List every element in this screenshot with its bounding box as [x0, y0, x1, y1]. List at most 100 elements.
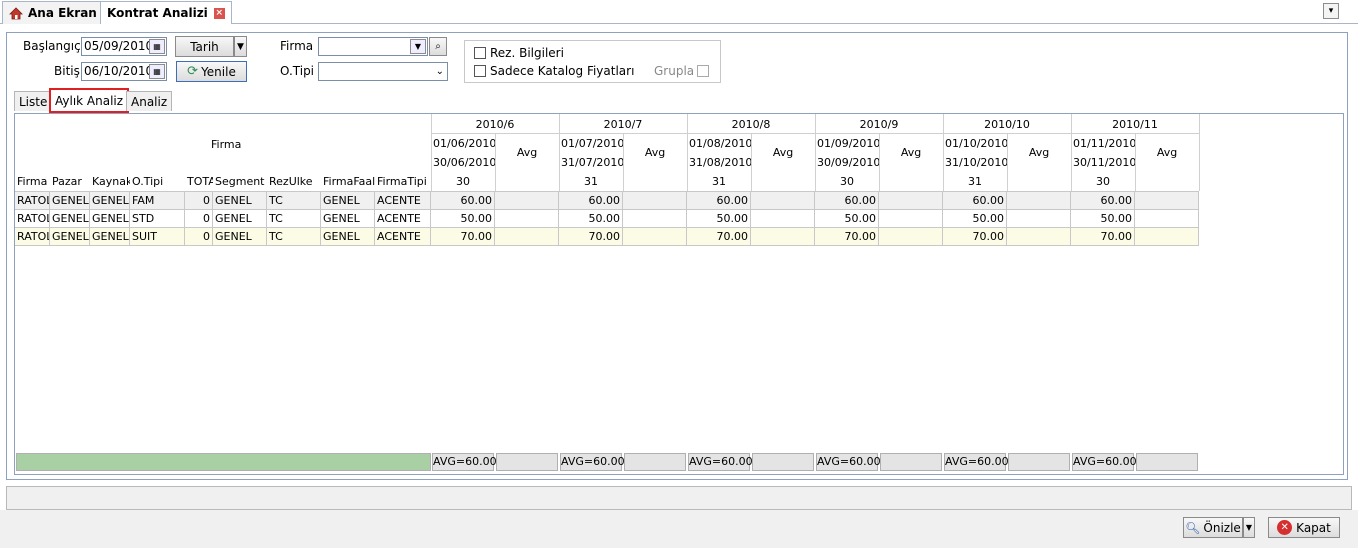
- column-header[interactable]: O.Tipi: [130, 173, 185, 190]
- footer-empty-cell: [752, 453, 814, 471]
- table-cell: SUIT: [130, 228, 185, 245]
- tab-kontrat-analizi[interactable]: Kontrat Analizi ×: [100, 1, 232, 24]
- avg-value-cell: [495, 192, 559, 209]
- avg-value-cell: [751, 228, 815, 245]
- month-header: 2010/9: [859, 118, 899, 131]
- avg-value-cell: [623, 228, 687, 245]
- bottom-bar: [0, 510, 1358, 548]
- column-header[interactable]: Firma: [15, 173, 50, 190]
- month-end: 30/11/2010: [1073, 156, 1135, 169]
- chevron-down-icon: ⌄: [435, 66, 444, 77]
- column-header[interactable]: TOTA: [185, 173, 213, 190]
- otipi-label: O.Tipi: [280, 64, 315, 78]
- otipi-select[interactable]: ⌄: [318, 62, 448, 81]
- chevron-down-icon[interactable]: ▾: [1323, 3, 1339, 19]
- avg-value-cell: [879, 192, 943, 209]
- katalog-checkbox[interactable]: Sadece Katalog Fiyatları: [474, 64, 634, 78]
- table-cell: GENEL: [52, 228, 90, 245]
- tab-analiz[interactable]: Analiz: [126, 91, 173, 111]
- bitis-label: Bitiş: [54, 64, 80, 78]
- month-days: 30: [456, 175, 470, 188]
- calendar-icon[interactable]: ▦: [149, 64, 165, 79]
- footer-avg-cell: AVG=60.00: [688, 453, 753, 471]
- month-header: 2010/11: [1112, 118, 1158, 131]
- tab-label: Ana Ekran: [28, 6, 97, 20]
- month-value-cell: 70.00: [559, 228, 623, 245]
- avg-value-cell: [495, 210, 559, 227]
- avg-value-cell: [879, 210, 943, 227]
- month-value-cell: 50.00: [431, 210, 495, 227]
- table-cell: RATOL: [17, 210, 50, 227]
- table-row[interactable]: RATOL GENEL GENEL SUIT 0 GENEL TC GENEL ACENTE 70…: [15, 227, 1199, 245]
- close-icon: ✕: [1277, 520, 1293, 535]
- tab-label: Analiz: [131, 94, 168, 109]
- month-header: 2010/6: [475, 118, 515, 131]
- footer-summary-cell: [16, 453, 431, 471]
- month-days: 30: [1096, 175, 1110, 188]
- home-icon: [9, 6, 23, 20]
- avg-value-cell: [623, 210, 687, 227]
- window-tab-bar: Ana Ekran Kontrat Analizi × ▾: [0, 0, 1358, 24]
- baslangic-date-input[interactable]: 05/09/2010 ▦: [81, 37, 167, 56]
- month-value-cell: 70.00: [431, 228, 495, 245]
- grupla-checkbox[interactable]: Grupla: [654, 64, 713, 78]
- chevron-down-icon: ▼: [237, 41, 244, 52]
- table-row[interactable]: RATOL GENEL GENEL FAM 0 GENEL TC GENEL ACENTE 60.…: [15, 191, 1199, 209]
- bitis-date-input[interactable]: 06/10/2010 ▦: [81, 62, 167, 81]
- column-header[interactable]: Pazar: [50, 173, 90, 190]
- tab-liste[interactable]: Liste: [14, 91, 53, 111]
- table-cell: GENEL: [213, 192, 267, 209]
- table-cell: ACENTE: [375, 192, 431, 209]
- chevron-down-icon: ▼: [1245, 523, 1253, 532]
- column-header[interactable]: FirmaTipi: [375, 173, 431, 190]
- tarih-dropdown[interactable]: ▼: [234, 36, 247, 57]
- month-value-cell: 70.00: [943, 228, 1007, 245]
- firma-search-button[interactable]: ⌕: [429, 37, 447, 56]
- avg-value-cell: [623, 192, 687, 209]
- month-value-cell: 60.00: [1071, 192, 1135, 209]
- bitis-value: 06/10/2010: [84, 64, 154, 78]
- month-value-cell: 50.00: [1071, 210, 1135, 227]
- footer-empty-cell: [496, 453, 558, 471]
- avg-value-cell: [1007, 192, 1071, 209]
- yenile-label: Yenile: [201, 64, 236, 79]
- table-cell: TC: [267, 192, 321, 209]
- rez-bilgileri-checkbox[interactable]: Rez. Bilgileri: [474, 46, 564, 60]
- avg-value-cell: [1135, 192, 1199, 209]
- table-row[interactable]: RATOL GENEL GENEL STD 0 GENEL TC GENEL ACENTE 50.…: [15, 209, 1199, 227]
- month-value-cell: 70.00: [1071, 228, 1135, 245]
- avg-value-cell: [1007, 228, 1071, 245]
- table-cell: GENEL: [321, 210, 375, 227]
- onizle-button[interactable]: 🔍︎ Önizle: [1183, 517, 1243, 538]
- footer-avg-cell: AVG=60.00: [1072, 453, 1137, 471]
- analysis-grid: Firma Firma Pazar Kaynak O.Tipi TOTA Segment R…: [14, 113, 1344, 475]
- table-cell: GENEL: [213, 228, 267, 245]
- checkbox-box: [474, 47, 486, 59]
- status-bar: [6, 486, 1352, 510]
- close-icon[interactable]: ×: [213, 7, 225, 19]
- onizle-dropdown[interactable]: ▼: [1243, 517, 1255, 538]
- month-value-cell: 60.00: [943, 192, 1007, 209]
- column-header[interactable]: Kaynak: [90, 173, 130, 190]
- firma-combobox[interactable]: ▼: [318, 37, 428, 56]
- calendar-icon[interactable]: ▦: [149, 39, 165, 54]
- month-end: 30/06/2010: [433, 156, 495, 169]
- table-cell: TC: [267, 210, 321, 227]
- baslangic-label: Başlangıç: [23, 39, 81, 53]
- column-header[interactable]: Segment: [213, 173, 267, 190]
- column-header[interactable]: RezUlke: [267, 173, 321, 190]
- baslangic-value: 05/09/2010: [84, 39, 154, 53]
- month-end: 31/10/2010: [945, 156, 1007, 169]
- table-cell: GENEL: [92, 210, 130, 227]
- kapat-button[interactable]: ✕ Kapat: [1268, 517, 1340, 538]
- tarih-button[interactable]: Tarih: [175, 36, 234, 57]
- yenile-button[interactable]: ⟳ Yenile: [176, 61, 247, 82]
- tab-aylik-analiz[interactable]: Aylık Analiz: [49, 88, 130, 113]
- table-cell: TC: [267, 228, 321, 245]
- month-header: 2010/10: [984, 118, 1030, 131]
- column-header[interactable]: FirmaFaali: [321, 173, 375, 190]
- tab-ana-ekran[interactable]: Ana Ekran: [2, 1, 104, 24]
- avg-header: Avg: [772, 146, 794, 159]
- month-value-cell: 60.00: [815, 192, 879, 209]
- chevron-down-icon[interactable]: ▼: [410, 39, 426, 54]
